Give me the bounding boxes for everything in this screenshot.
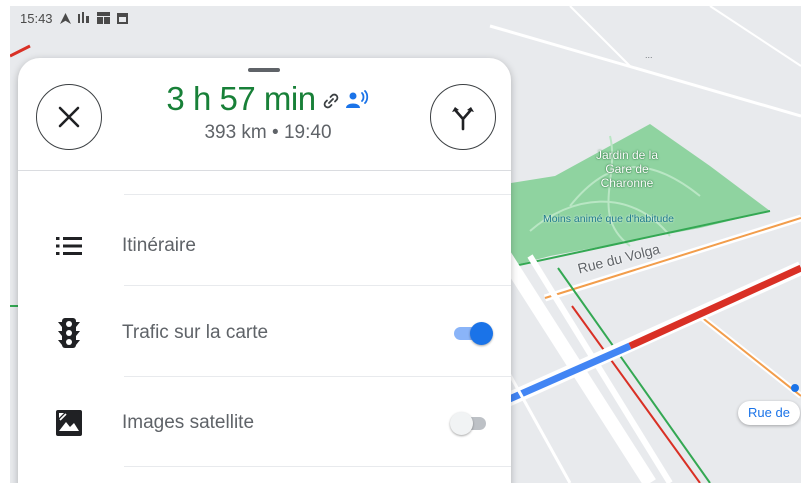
signal-icon [77,12,89,23]
route-distance-arrival: 393 km • 19:40 [138,122,398,144]
menu-item-satellite[interactable]: Images satellite [18,378,511,468]
eta-summary: 3 h 57 min 393 km • 19:40 [138,80,398,144]
navigation-arrow-icon [59,12,71,24]
voice-guidance-icon [345,90,368,108]
menu-item-traffic[interactable]: Trafic sur la carte [18,288,511,378]
traffic-light-icon [54,318,84,348]
fork-arrows-icon [452,107,474,131]
sheet-divider [18,170,511,171]
menu-item-label: Images satellite [122,412,255,433]
route-distance: 393 km [204,122,267,143]
street-chip[interactable]: Rue de [738,401,800,425]
route-sheet[interactable]: 3 h 57 min 393 km • 19:40 Itinéraire Tra… [18,58,511,483]
arrival-time: 19:40 [283,122,332,143]
device-screen: ... Jardin de la Gare de Charonne Moins … [10,6,801,483]
menu-item-itinerary[interactable]: Itinéraire [18,201,511,291]
row-divider [124,194,511,195]
map-label-top: ... [645,50,653,60]
traffic-toggle[interactable] [450,321,494,345]
menu-item-label: Trafic sur la carte [122,322,269,343]
status-time: 15:43 [20,10,53,26]
notification-icon [96,12,110,24]
calendar-icon [116,12,128,24]
close-button[interactable] [36,84,102,150]
satellite-toggle[interactable] [450,411,494,435]
row-divider [124,466,511,467]
close-icon [58,106,80,128]
drag-handle[interactable] [248,68,280,72]
toggle-thumb [470,322,493,345]
park-busy-note: Moins animé que d'habitude [543,213,675,225]
menu-item-label: Itinéraire [122,235,196,256]
alternative-routes-button[interactable] [430,84,496,150]
toggle-thumb [450,412,473,435]
row-divider [124,376,511,377]
separator-dot: • [272,122,279,143]
eta-duration: 3 h 57 min [166,80,316,117]
link-icon [323,93,338,109]
park-name-label[interactable]: Jardin de la Gare de Charonne [592,148,662,190]
status-bar: 15:43 [10,6,801,30]
satellite-image-icon [54,408,84,438]
list-icon [54,231,84,261]
row-divider [124,285,511,286]
